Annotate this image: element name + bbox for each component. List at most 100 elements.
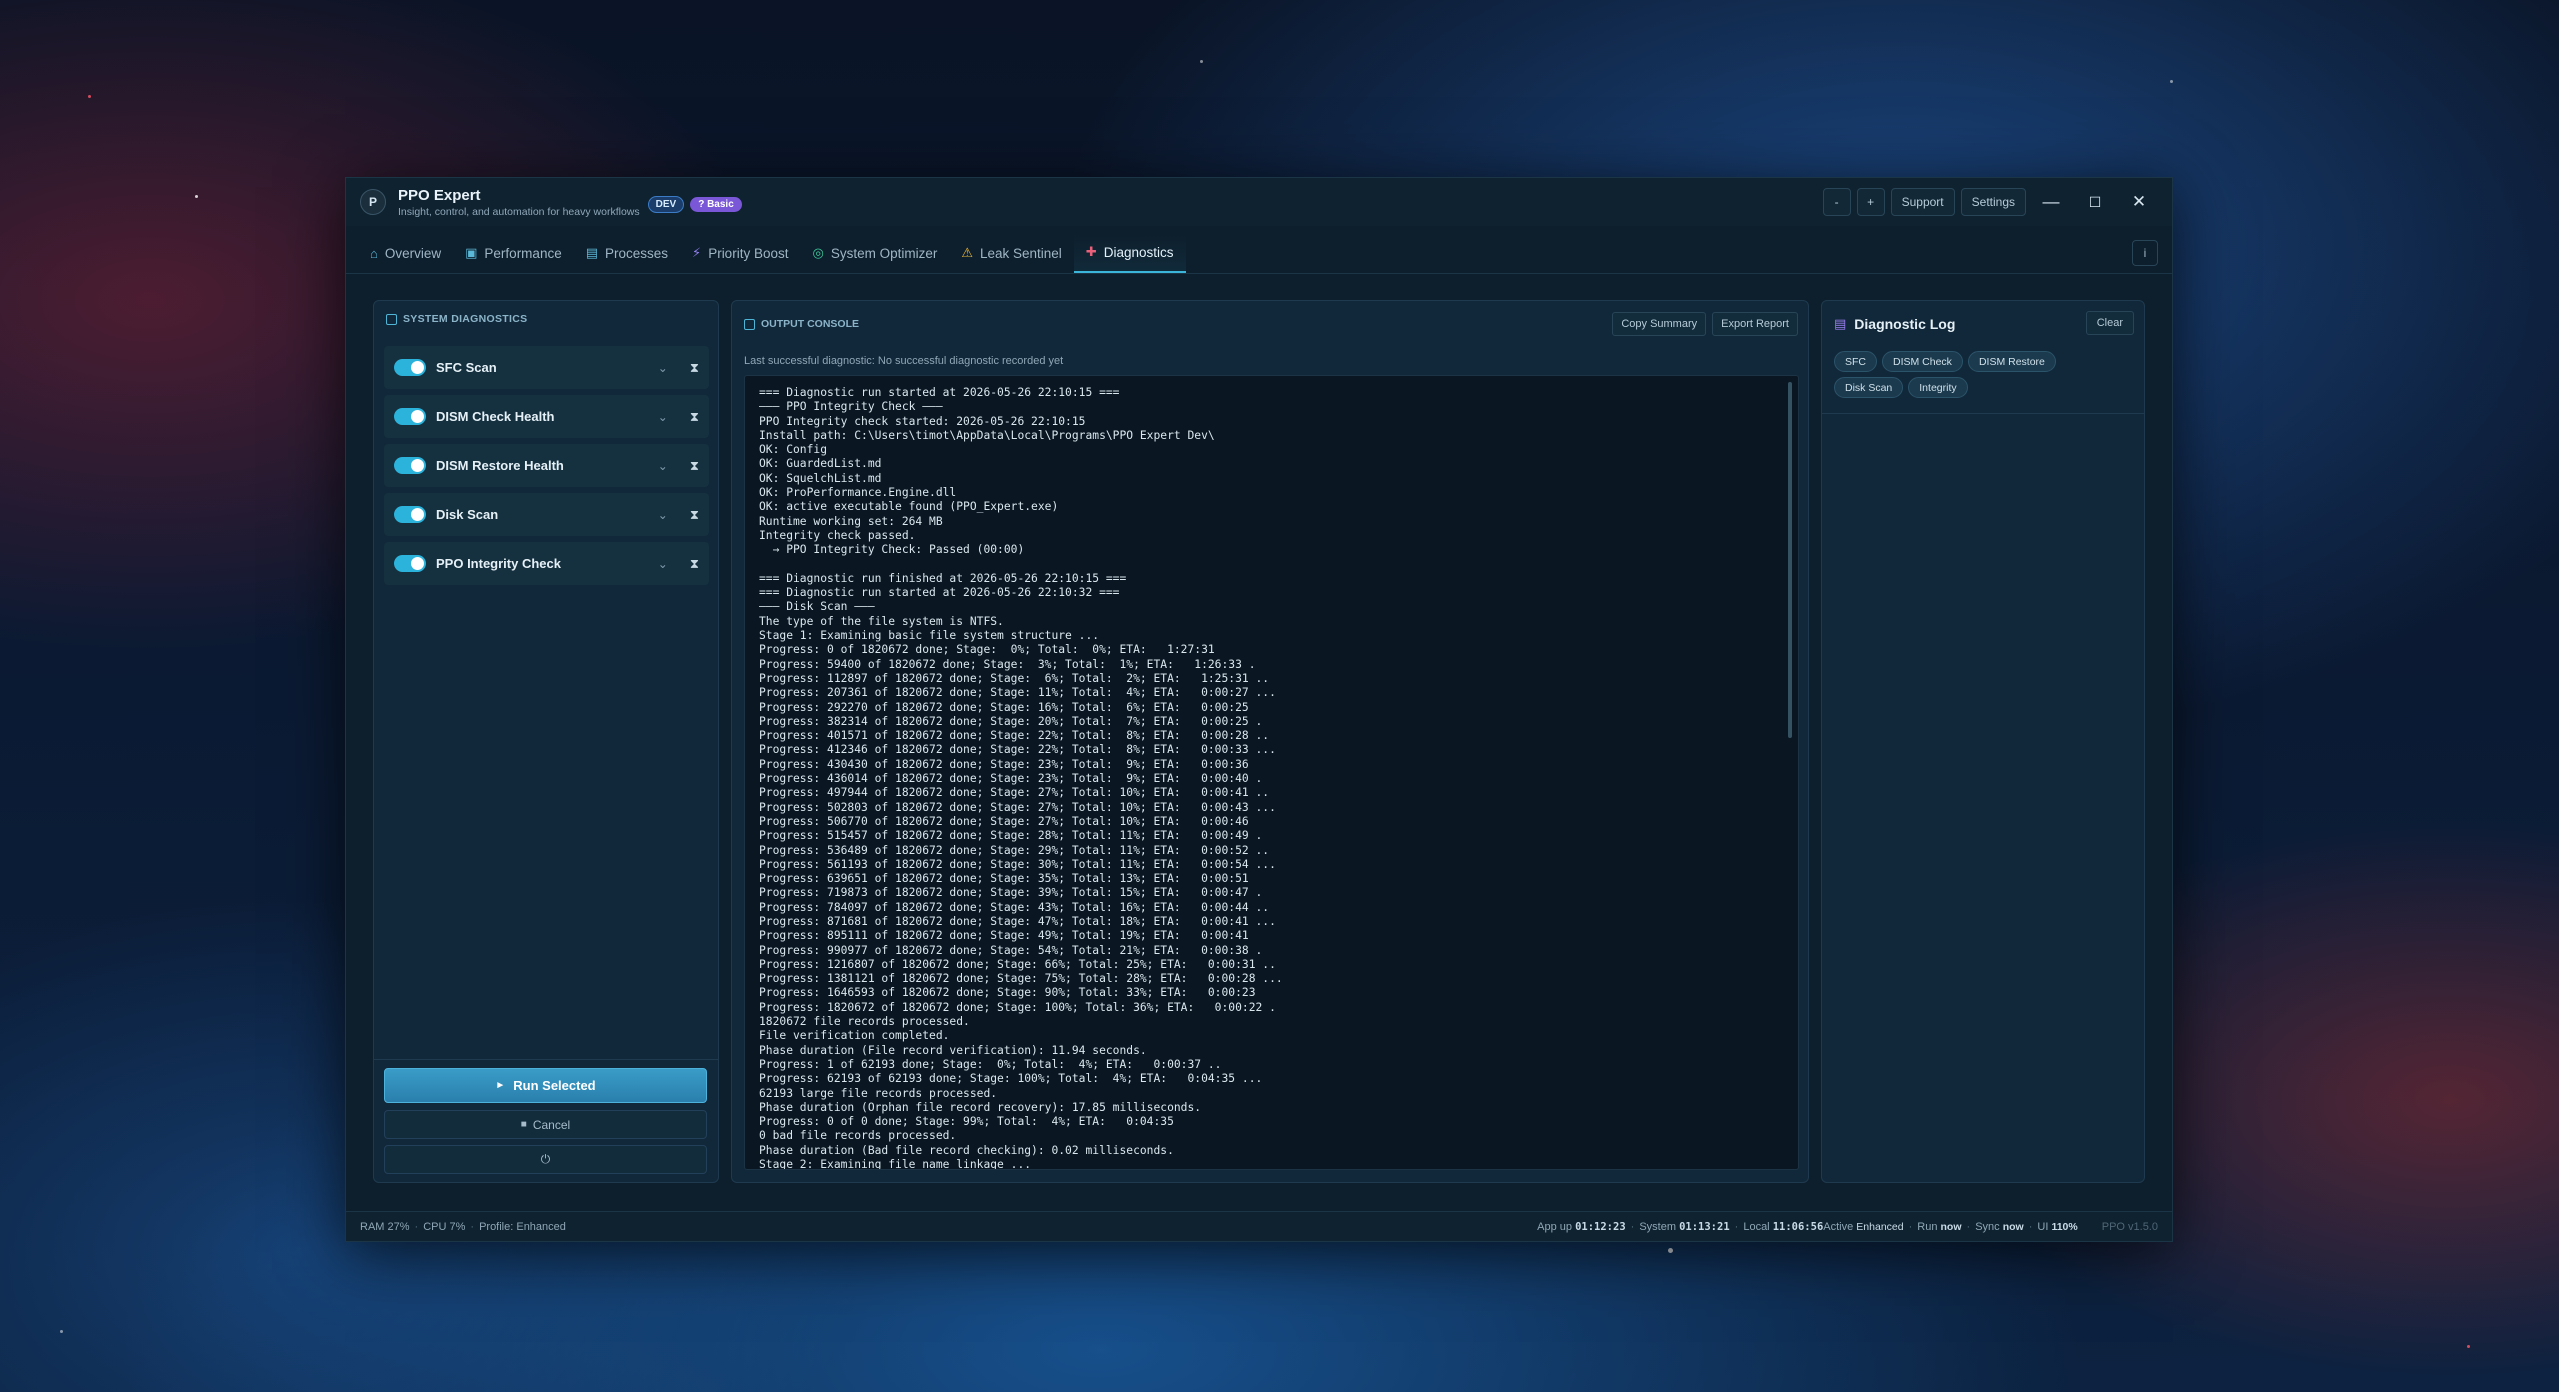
hourglass-icon[interactable]: ⧗ (690, 458, 699, 474)
tab-leak-sentinel[interactable]: ⚠ Leak Sentinel (949, 233, 1073, 273)
star (88, 95, 91, 98)
console-scrollbar[interactable] (1788, 382, 1792, 738)
chip-dism-restore[interactable]: DISM Restore (1967, 351, 2056, 372)
zoom-in-button[interactable]: + (1856, 188, 1885, 216)
title-bar[interactable]: P PPO Expert Insight, control, and autom… (346, 178, 2172, 226)
cancel-button[interactable]: ■ Cancel (384, 1110, 707, 1139)
hourglass-icon[interactable]: ⧗ (690, 360, 699, 376)
bolt-icon: ⚡ (692, 245, 702, 260)
section-title: SYSTEM DIAGNOSTICS (403, 313, 528, 325)
run-value: now (1940, 1220, 1962, 1233)
app-subtitle: Insight, control, and automation for hea… (398, 205, 640, 218)
diagnostic-label: Disk Scan (436, 507, 499, 522)
separator: · (2028, 1220, 2033, 1233)
diagnostic-item-dism-restore[interactable]: DISM Restore Health ⌄ ⧗ (384, 444, 709, 487)
diagnostic-list: SFC Scan ⌄ ⧗ DISM Check Health ⌄ ⧗ DISM … (384, 346, 709, 591)
tab-label: Performance (484, 245, 562, 261)
hourglass-icon[interactable]: ⧗ (690, 409, 699, 425)
info-button[interactable]: i (2132, 240, 2158, 266)
run-selected-button[interactable]: ► Run Selected (384, 1068, 707, 1103)
diagnostic-label: SFC Scan (436, 360, 497, 375)
tab-performance[interactable]: ▣ Performance (453, 233, 574, 273)
last-diagnostic-status: Last successful diagnostic: No successfu… (744, 355, 1064, 367)
ram-usage: RAM 27% (360, 1220, 410, 1233)
divider (374, 1059, 718, 1060)
dism-check-toggle[interactable] (394, 408, 426, 425)
star (1200, 60, 1203, 63)
clear-log-button[interactable]: Clear (2085, 311, 2134, 335)
sfc-toggle[interactable] (394, 359, 426, 376)
star (60, 1330, 63, 1333)
app-up-label: App up (1537, 1220, 1573, 1233)
diagnostics-icon (386, 313, 397, 325)
gauge-icon: ▣ (465, 245, 478, 260)
export-report-button[interactable]: Export Report (1712, 312, 1798, 336)
hourglass-icon[interactable]: ⧗ (690, 507, 699, 523)
tab-diagnostics[interactable]: ✚ Diagnostics (1073, 233, 1186, 273)
tab-overview[interactable]: ⌂ Overview (358, 233, 453, 273)
cancel-label: Cancel (532, 1117, 571, 1132)
chip-sfc[interactable]: SFC (1834, 351, 1877, 372)
zoom-out-button[interactable]: - (1822, 188, 1851, 216)
chip-dism-check[interactable]: DISM Check (1882, 351, 1963, 372)
diagnostic-item-disk-scan[interactable]: Disk Scan ⌄ ⧗ (384, 493, 709, 536)
settings-button[interactable]: Settings (1960, 188, 2026, 216)
titlebar-actions: - + Support Settings — ☐ ✕ (1822, 188, 2158, 216)
chevron-down-icon[interactable]: ⌄ (658, 410, 668, 424)
section-title: OUTPUT CONSOLE (761, 318, 860, 330)
chevron-down-icon[interactable]: ⌄ (658, 361, 668, 375)
diagnostic-log-title: Diagnostic Log (1854, 316, 1956, 332)
diagnostic-item-dism-check[interactable]: DISM Check Health ⌄ ⧗ (384, 395, 709, 438)
chevron-down-icon[interactable]: ⌄ (658, 557, 668, 571)
support-button[interactable]: Support (1890, 188, 1955, 216)
cpu-usage: CPU 7% (423, 1220, 466, 1233)
close-button[interactable]: ✕ (2120, 188, 2158, 216)
play-icon: ► (495, 1080, 506, 1091)
diagnostic-item-ppo-integrity[interactable]: PPO Integrity Check ⌄ ⧗ (384, 542, 709, 585)
tab-processes[interactable]: ▤ Processes (574, 233, 680, 273)
maximize-button[interactable]: ☐ (2076, 188, 2114, 216)
status-bar: RAM 27% · CPU 7% · Profile: Enhanced App… (346, 1211, 2172, 1241)
active-value: Enhanced (1856, 1220, 1904, 1233)
tab-label: Overview (384, 245, 442, 261)
output-console-header: OUTPUT CONSOLE (744, 318, 859, 330)
ui-label: UI (2037, 1220, 2049, 1233)
tab-label: System Optimizer (830, 245, 938, 261)
console-output[interactable]: === Diagnostic run started at 2026-05-26… (744, 375, 1799, 1170)
disk-scan-toggle[interactable] (394, 506, 426, 523)
file-icon: ▤ (585, 245, 599, 260)
divider (1822, 413, 2144, 414)
ppo-integrity-toggle[interactable] (394, 555, 426, 572)
separator: · (414, 1220, 419, 1233)
power-button[interactable]: ⏻ (384, 1145, 707, 1174)
chevron-down-icon[interactable]: ⌄ (658, 508, 668, 522)
separator: · (1908, 1220, 1913, 1233)
star (195, 195, 198, 198)
app-logo-icon: P (360, 189, 386, 215)
warning-icon: ⚠ (961, 245, 973, 260)
tab-priority-boost[interactable]: ⚡ Priority Boost (680, 233, 800, 273)
tab-label: Processes (605, 245, 669, 261)
copy-summary-button[interactable]: Copy Summary (1612, 312, 1707, 336)
chip-integrity[interactable]: Integrity (1908, 377, 1968, 398)
console-actions: Copy Summary Export Report (1612, 312, 1798, 336)
diagnostic-item-sfc[interactable]: SFC Scan ⌄ ⧗ (384, 346, 709, 389)
dev-badge: DEV (647, 195, 685, 213)
console-text: === Diagnostic run started at 2026-05-26… (759, 386, 1283, 1170)
tab-system-optimizer[interactable]: ◎ System Optimizer (800, 233, 949, 273)
local-value: 11:06:56 (1772, 1220, 1824, 1233)
active-label: Active (1823, 1220, 1854, 1233)
local-label: Local (1743, 1220, 1770, 1233)
hourglass-icon[interactable]: ⧗ (690, 556, 699, 572)
basic-badge[interactable]: ? Basic (690, 196, 742, 212)
console-icon (744, 318, 755, 330)
diagnostic-label: DISM Restore Health (436, 458, 564, 473)
chip-disk-scan[interactable]: Disk Scan (1834, 377, 1904, 398)
chevron-down-icon[interactable]: ⌄ (658, 459, 668, 473)
app-titles: PPO Expert Insight, control, and automat… (398, 187, 640, 218)
system-diagnostics-panel: SYSTEM DIAGNOSTICS SFC Scan ⌄ ⧗ DISM Che… (373, 300, 719, 1183)
minimize-button[interactable]: — (2032, 188, 2070, 216)
status-right: App up 01:12:23 · System 01:13:21 · Loca… (1537, 1221, 2158, 1233)
dism-restore-toggle[interactable] (394, 457, 426, 474)
separator: · (1734, 1220, 1739, 1233)
